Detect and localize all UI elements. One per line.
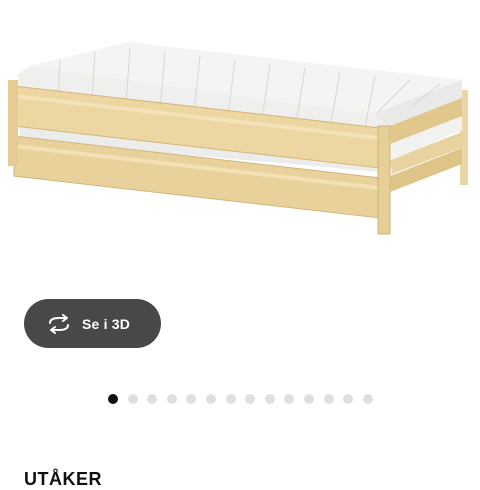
product-name: UTÅKER <box>24 469 102 489</box>
carousel-dot-7[interactable] <box>225 394 236 404</box>
carousel-dot-8[interactable] <box>245 394 256 404</box>
carousel-dot-4[interactable] <box>166 394 177 404</box>
carousel-dot-2[interactable] <box>127 394 138 404</box>
carousel-dot-11[interactable] <box>303 394 314 404</box>
carousel-dot-1[interactable] <box>108 394 118 404</box>
carousel-dot-12[interactable] <box>323 394 334 404</box>
view-in-3d-label: Se i 3D <box>82 315 131 332</box>
carousel-dot-13[interactable] <box>343 394 354 404</box>
carousel-dot-10[interactable] <box>284 394 295 404</box>
carousel-dot-6[interactable] <box>205 394 216 404</box>
view-in-3d-button[interactable]: Se i 3D <box>24 299 161 348</box>
carousel-dot-9[interactable] <box>264 394 275 404</box>
product-image[interactable] <box>0 0 480 290</box>
rotate-3d-icon <box>49 313 69 334</box>
image-carousel-dots <box>108 394 373 404</box>
carousel-dot-5[interactable] <box>186 394 197 404</box>
carousel-dot-3[interactable] <box>147 394 158 404</box>
carousel-dot-14[interactable] <box>362 394 373 404</box>
